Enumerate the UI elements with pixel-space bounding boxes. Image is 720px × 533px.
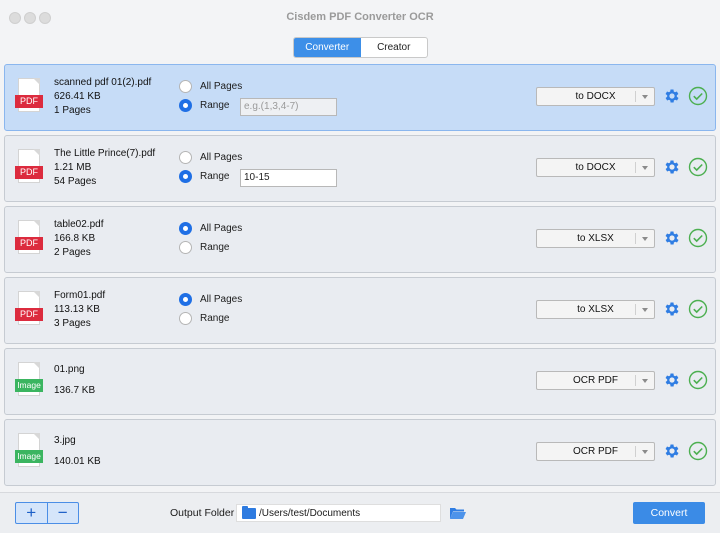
output-format-value: OCR PDF	[573, 446, 618, 457]
file-size: 136.7 KB	[54, 385, 96, 396]
file-name: 3.jpg	[54, 435, 76, 446]
folder-icon	[242, 506, 256, 519]
file-page-count: 54 Pages	[54, 176, 97, 187]
output-format-select[interactable]: to XLSX	[536, 300, 655, 319]
gear-icon[interactable]	[663, 300, 681, 318]
gear-icon[interactable]	[663, 371, 681, 389]
output-path-value: /Users/test/Documents	[259, 508, 361, 519]
all-pages-radio[interactable]	[179, 222, 192, 235]
output-format-value: to DOCX	[575, 91, 616, 102]
all-pages-radio[interactable]	[179, 293, 192, 306]
output-folder-label: Output Folder	[170, 507, 235, 519]
tab-converter[interactable]: Converter	[294, 38, 361, 57]
add-remove-control: + −	[15, 502, 79, 524]
range-label: Range	[200, 313, 230, 324]
file-row[interactable]: PDF table02.pdf 166.8 KB 2 Pages All Pag…	[4, 206, 716, 273]
chevron-down-icon	[642, 237, 648, 241]
add-file-button[interactable]: +	[16, 503, 47, 523]
gear-icon[interactable]	[663, 158, 681, 176]
remove-file-button[interactable]: −	[48, 503, 79, 523]
check-circle-icon	[688, 157, 708, 177]
chevron-down-icon	[642, 95, 648, 99]
range-radio[interactable]	[179, 99, 192, 112]
all-pages-radio[interactable]	[179, 80, 192, 93]
file-size: 626.41 KB	[54, 91, 101, 102]
image-file-icon: Image	[15, 433, 43, 469]
output-format-value: to XLSX	[577, 233, 614, 244]
output-format-value: to XLSX	[577, 304, 614, 315]
check-circle-icon	[688, 441, 708, 461]
range-radio[interactable]	[179, 312, 192, 325]
range-label: Range	[200, 242, 230, 253]
all-pages-label: All Pages	[200, 152, 243, 163]
page-range-input[interactable]: 10-15	[240, 169, 337, 187]
file-size: 166.8 KB	[54, 233, 96, 244]
open-folder-icon[interactable]	[449, 505, 467, 521]
file-name: Form01.pdf	[54, 290, 106, 301]
file-size: 1.21 MB	[54, 162, 92, 173]
gear-icon[interactable]	[663, 229, 681, 247]
all-pages-radio[interactable]	[179, 151, 192, 164]
file-page-count: 1 Pages	[54, 105, 91, 116]
check-circle-icon	[688, 86, 708, 106]
tab-creator[interactable]: Creator	[361, 38, 428, 57]
gear-icon[interactable]	[663, 442, 681, 460]
output-format-select[interactable]: OCR PDF	[536, 442, 655, 461]
file-name: table02.pdf	[54, 219, 104, 230]
convert-button[interactable]: Convert	[633, 502, 705, 524]
range-radio[interactable]	[179, 170, 192, 183]
chevron-down-icon	[642, 308, 648, 312]
output-path-field[interactable]: /Users/test/Documents	[236, 504, 441, 522]
chevron-down-icon	[642, 166, 648, 170]
chevron-down-icon	[642, 450, 648, 454]
file-page-count: 2 Pages	[54, 247, 91, 258]
file-row[interactable]: Image 3.jpg 140.01 KB OCR PDF	[4, 419, 716, 486]
file-name: scanned pdf 01(2).pdf	[54, 77, 152, 88]
output-format-select[interactable]: OCR PDF	[536, 371, 655, 390]
pdf-file-icon: PDF	[15, 149, 43, 185]
range-label: Range	[200, 171, 230, 182]
file-page-count: 3 Pages	[54, 318, 91, 329]
all-pages-label: All Pages	[200, 223, 243, 234]
pdf-file-icon: PDF	[15, 220, 43, 256]
range-label: Range	[200, 100, 230, 111]
page-range-input[interactable]: e.g.(1,3,4-7)	[240, 98, 337, 116]
file-name: The Little Prince(7).pdf	[54, 148, 156, 159]
check-circle-icon	[688, 370, 708, 390]
window-title: Cisdem PDF Converter OCR	[286, 11, 434, 23]
mode-switch: Converter Creator	[293, 37, 428, 58]
file-name: 01.png	[54, 364, 85, 375]
range-radio[interactable]	[179, 241, 192, 254]
image-file-icon: Image	[15, 362, 43, 398]
check-circle-icon	[688, 299, 708, 319]
file-row[interactable]: PDF The Little Prince(7).pdf 1.21 MB 54 …	[4, 135, 716, 202]
output-format-select[interactable]: to DOCX	[536, 87, 655, 106]
gear-icon[interactable]	[663, 87, 681, 105]
output-format-value: to DOCX	[575, 162, 616, 173]
check-circle-icon	[688, 228, 708, 248]
pdf-file-icon: PDF	[15, 291, 43, 327]
all-pages-label: All Pages	[200, 81, 243, 92]
file-row[interactable]: Image 01.png 136.7 KB OCR PDF	[4, 348, 716, 415]
all-pages-label: All Pages	[200, 294, 243, 305]
file-size: 113.13 KB	[54, 304, 100, 315]
output-format-select[interactable]: to XLSX	[536, 229, 655, 248]
file-size: 140.01 KB	[54, 456, 101, 467]
chevron-down-icon	[642, 379, 648, 383]
file-row[interactable]: PDF Form01.pdf 113.13 KB 3 Pages All Pag…	[4, 277, 716, 344]
output-format-value: OCR PDF	[573, 375, 618, 386]
pdf-file-icon: PDF	[15, 78, 43, 114]
file-row[interactable]: PDF scanned pdf 01(2).pdf 626.41 KB 1 Pa…	[4, 64, 716, 131]
output-format-select[interactable]: to DOCX	[536, 158, 655, 177]
